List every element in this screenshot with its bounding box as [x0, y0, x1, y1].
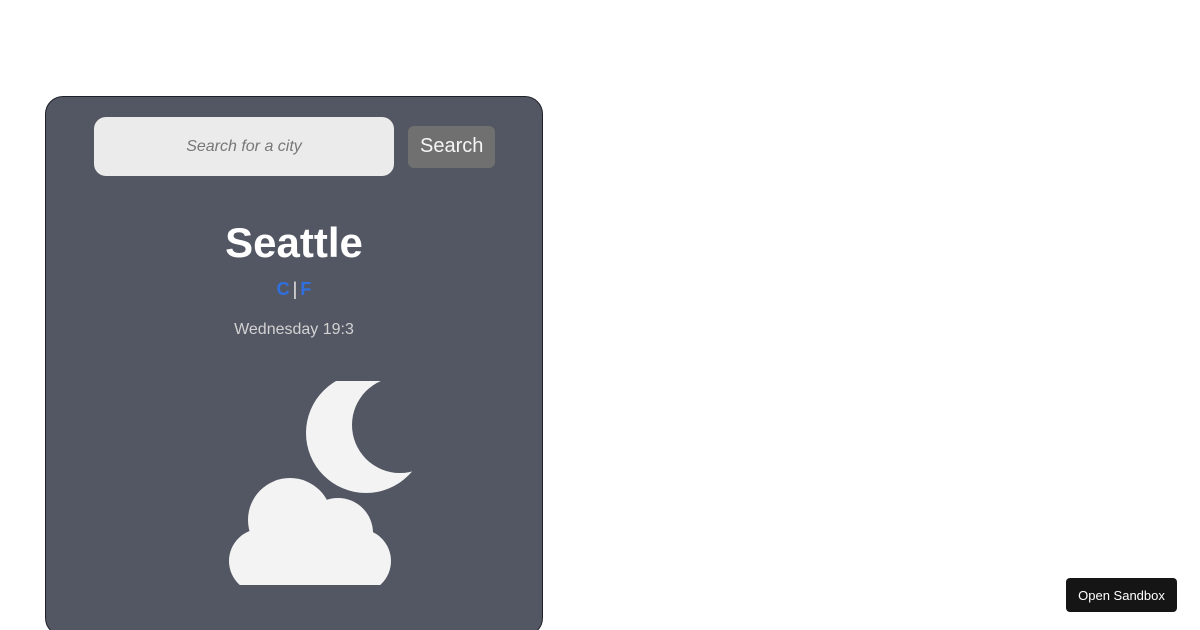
moon-shape: [306, 381, 414, 493]
city-name: Seattle: [225, 219, 363, 266]
unit-toggle: C | F: [46, 279, 542, 300]
search-button[interactable]: Search: [408, 125, 496, 168]
date-time: Wednesday 19:3: [234, 321, 354, 338]
celsius-link[interactable]: C: [277, 279, 290, 299]
open-sandbox-button[interactable]: Open Sandbox: [1066, 578, 1177, 612]
page: Search Seattle C|F Wednesday 19:3: [0, 0, 1200, 630]
cloud-rain-moon-icon: [229, 381, 414, 585]
unit-separator: |: [292, 279, 298, 299]
fahrenheit-link[interactable]: F: [300, 279, 311, 299]
city-search-input[interactable]: [94, 117, 394, 176]
weather-card: Search Seattle C|F Wednesday 19:3: [45, 96, 543, 630]
search-bar: Search: [94, 117, 496, 176]
